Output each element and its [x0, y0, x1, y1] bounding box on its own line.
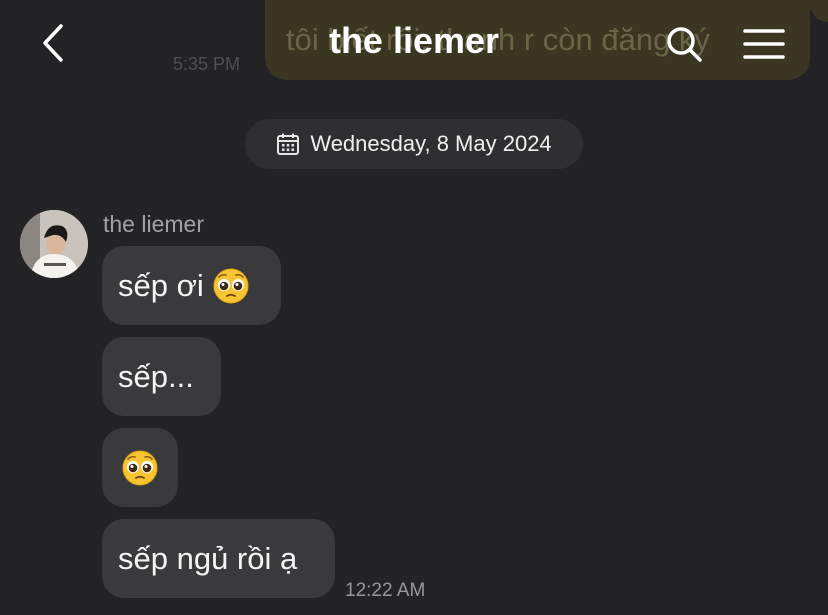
search-button[interactable] — [662, 22, 706, 66]
message-text: sếp... — [118, 358, 194, 394]
calendar-icon — [277, 133, 300, 155]
chevron-left-icon — [43, 24, 63, 62]
message-bubble[interactable] — [102, 428, 178, 507]
chat-title[interactable]: the liemer — [329, 20, 499, 61]
date-text: Wednesday, 8 May 2024 — [310, 131, 552, 156]
back-button[interactable] — [30, 20, 76, 66]
previous-message-time: 5:35 PM — [173, 54, 241, 74]
pleading-face-icon — [122, 450, 158, 485]
sender-avatar[interactable] — [20, 210, 88, 278]
pleading-face-icon — [213, 268, 249, 303]
message-text: sếp ngủ rồi ạ — [118, 540, 298, 576]
date-separator: Wednesday, 8 May 2024 — [245, 119, 583, 169]
message-bubble[interactable]: sếp ơi — [102, 246, 281, 325]
sender-name: the liemer — [103, 211, 204, 237]
search-icon — [667, 27, 702, 62]
previous-message-tail — [810, 0, 828, 22]
message-time: 12:22 AM — [345, 580, 426, 601]
hamburger-menu-icon — [743, 29, 785, 59]
message-text: sếp ơi — [118, 267, 204, 303]
message-bubble[interactable]: sếp ngủ rồi ạ — [102, 519, 335, 598]
message-bubble[interactable]: sếp... — [102, 337, 221, 416]
menu-button[interactable] — [740, 22, 788, 66]
